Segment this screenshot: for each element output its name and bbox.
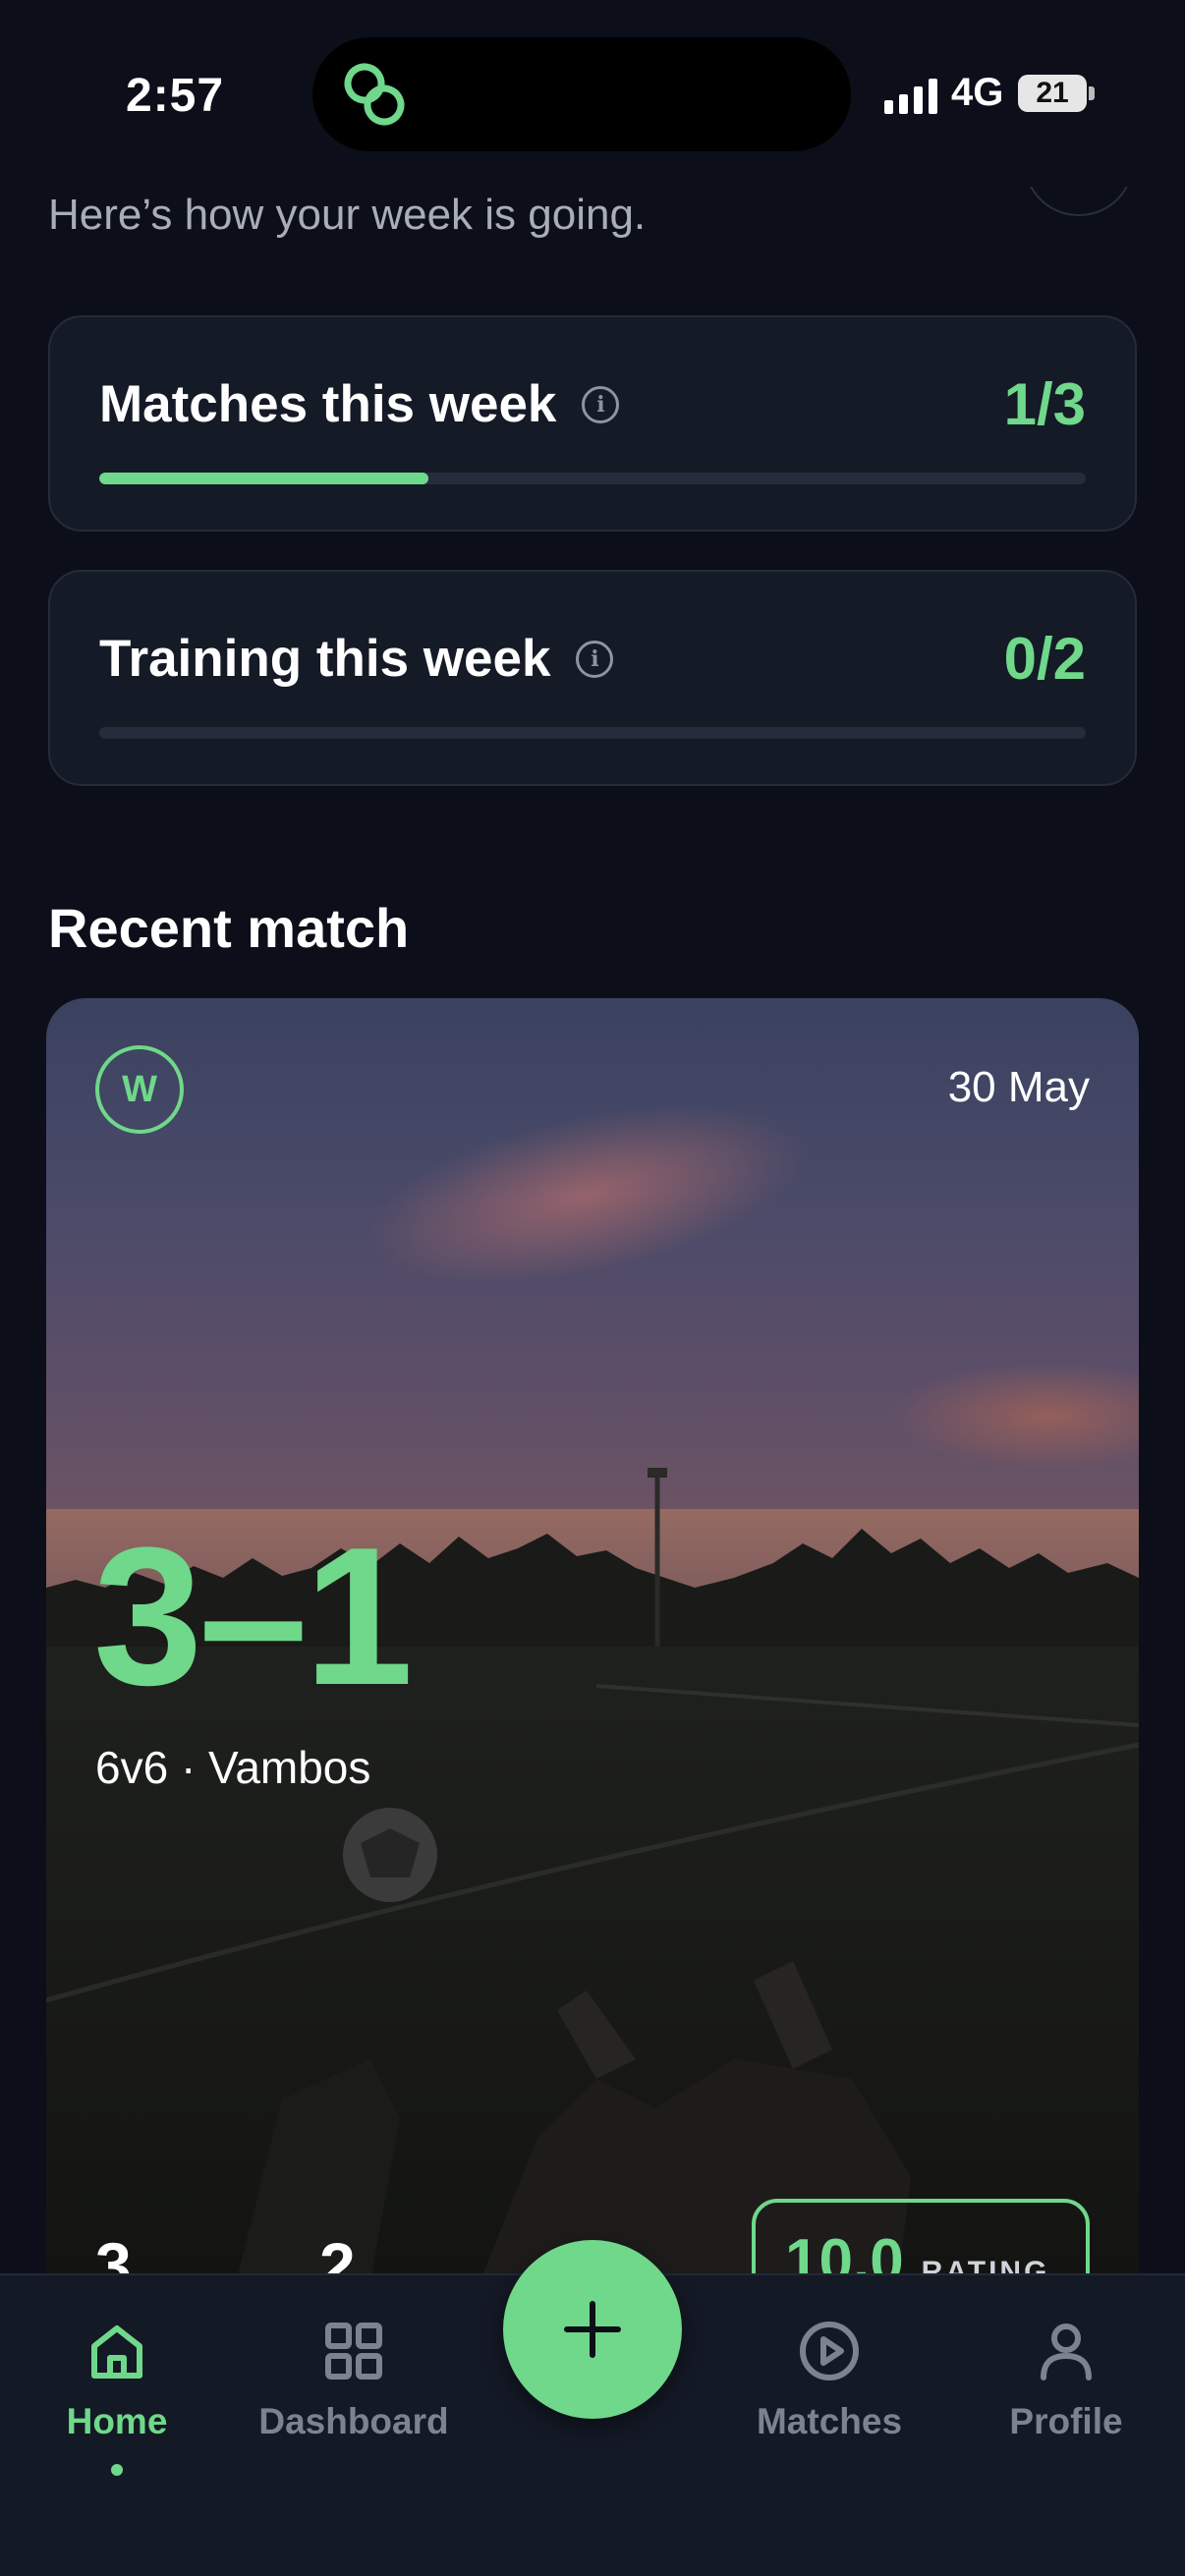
matches-week-count: 1/3 [1003, 371, 1086, 437]
page-subtitle: Here’s how your week is going. [48, 191, 647, 239]
home-icon [91, 2325, 142, 2379]
signal-icon [884, 77, 937, 114]
recent-match-heading: Recent match [48, 897, 410, 959]
training-week-card[interactable]: Training this week i 0/2 [48, 570, 1137, 786]
dynamic-island [312, 37, 851, 151]
training-week-title: Training this week i [99, 629, 614, 689]
nav-home-label: Home [66, 2401, 168, 2441]
match-date: 30 May [947, 1063, 1090, 1111]
link-logo-icon [344, 63, 405, 126]
nav-dashboard-label: Dashboard [258, 2401, 449, 2441]
matches-progress-track [99, 473, 1086, 484]
match-score: 3–1 [93, 1507, 414, 1726]
matches-progress-fill [99, 473, 428, 484]
nav-profile-label: Profile [1009, 2401, 1123, 2441]
status-time: 2:57 [126, 70, 225, 122]
matches-week-card[interactable]: Matches this week i 1/3 [48, 315, 1137, 532]
active-indicator [111, 2464, 123, 2476]
training-week-label: Training this week [99, 630, 551, 688]
info-icon[interactable]: i [576, 640, 614, 678]
status-bar: 2:57 4G 21 [0, 0, 1185, 187]
plus-icon [564, 2301, 621, 2358]
nav-matches[interactable]: Matches [721, 2317, 937, 2442]
nav-profile[interactable]: Profile [958, 2317, 1174, 2442]
nav-matches-label: Matches [756, 2401, 903, 2441]
match-meta: 6v6 · Vambos [95, 1742, 371, 1793]
add-button[interactable] [503, 2240, 682, 2419]
matches-week-title: Matches this week i [99, 374, 620, 434]
grid-icon [325, 2323, 382, 2380]
matches-week-label: Matches this week [99, 375, 557, 433]
battery-icon: 21 [1018, 75, 1087, 112]
info-icon[interactable]: i [582, 385, 620, 423]
person-icon [1041, 2324, 1092, 2380]
nav-home[interactable]: Home [9, 2317, 225, 2476]
recent-match-card[interactable]: W 30 May 3–1 6v6 · Vambos 3 2 10.0 RATIN… [46, 998, 1139, 2334]
play-circle-icon [800, 2322, 859, 2380]
network-type: 4G [951, 71, 1004, 114]
training-week-count: 0/2 [1003, 626, 1086, 692]
result-badge: W [95, 1045, 184, 1134]
battery-nub [1089, 86, 1095, 100]
training-progress-track [99, 727, 1086, 739]
nav-dashboard[interactable]: Dashboard [246, 2317, 462, 2442]
